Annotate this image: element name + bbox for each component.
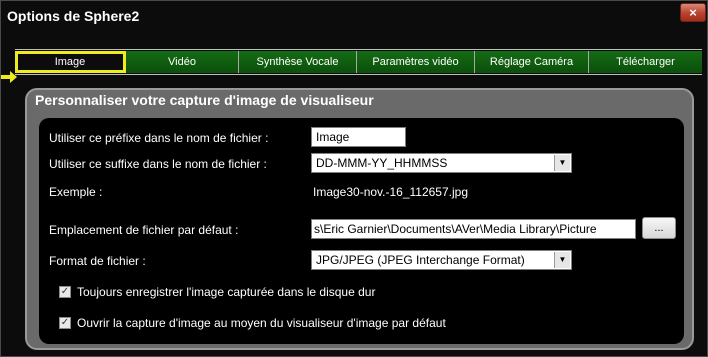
tab-video-settings[interactable]: Paramètres vidéo: [357, 51, 475, 73]
format-label: Format de fichier :: [49, 254, 146, 268]
tab-label: Paramètres vidéo: [372, 56, 459, 68]
tab-image[interactable]: Image: [15, 51, 126, 73]
options-window: Options de Sphere2 × Image Vidéo Synthès…: [0, 0, 708, 357]
chevron-down-icon[interactable]: ▼: [554, 252, 570, 268]
example-label: Exemple :: [49, 185, 103, 199]
yellow-arrow-icon: [1, 71, 17, 83]
chevron-down-icon[interactable]: ▼: [554, 155, 570, 171]
close-icon: ×: [689, 5, 697, 20]
suffix-value: DD-MMM-YY_HHMMSS: [316, 156, 448, 170]
tab-video[interactable]: Vidéo: [126, 51, 239, 73]
close-button[interactable]: ×: [680, 3, 706, 22]
location-input[interactable]: s\Eric Garnier\Documents\AVer\Media Libr…: [311, 219, 636, 239]
checkbox-checked-icon: ✓: [60, 317, 70, 328]
tab-label: Image: [54, 56, 86, 68]
suffix-dropdown[interactable]: DD-MMM-YY_HHMMSS ▼: [311, 153, 572, 173]
always-save-label: Toujours enregistrer l'image capturée da…: [77, 285, 376, 299]
suffix-label: Utiliser ce suffixe dans le nom de fichi…: [49, 157, 267, 171]
checkbox-always-save[interactable]: ✓: [59, 286, 71, 298]
tab-label: Vidéo: [168, 56, 196, 68]
open-viewer-label: Ouvrir la capture d'image au moyen du vi…: [77, 316, 446, 330]
prefix-input[interactable]: Image: [311, 127, 406, 147]
format-value: JPG/JPEG (JPEG Interchange Format): [316, 253, 525, 267]
tab-label: Réglage Caméra: [489, 56, 574, 68]
checkbox-checked-icon: ✓: [60, 286, 70, 297]
tab-download[interactable]: Télécharger: [589, 51, 702, 73]
tab-label: Synthèse Vocale: [256, 56, 339, 68]
example-value: Image30-nov.-16_112657.jpg: [313, 185, 469, 199]
location-label: Emplacement de fichier par défaut :: [49, 223, 239, 237]
checkbox-open-viewer[interactable]: ✓: [59, 317, 71, 329]
panel-title: Personnaliser votre capture d'image de v…: [35, 92, 374, 108]
tab-label: Télécharger: [616, 56, 675, 68]
tab-speech-synthesis[interactable]: Synthèse Vocale: [239, 51, 357, 73]
browse-button[interactable]: ...: [642, 217, 676, 239]
window-title: Options de Sphere2: [7, 8, 140, 24]
tab-bar: Image Vidéo Synthèse Vocale Paramètres v…: [15, 49, 702, 75]
tab-camera-settings[interactable]: Réglage Caméra: [475, 51, 589, 73]
format-dropdown[interactable]: JPG/JPEG (JPEG Interchange Format) ▼: [311, 250, 572, 270]
prefix-label: Utiliser ce préfixe dans le nom de fichi…: [49, 131, 269, 145]
